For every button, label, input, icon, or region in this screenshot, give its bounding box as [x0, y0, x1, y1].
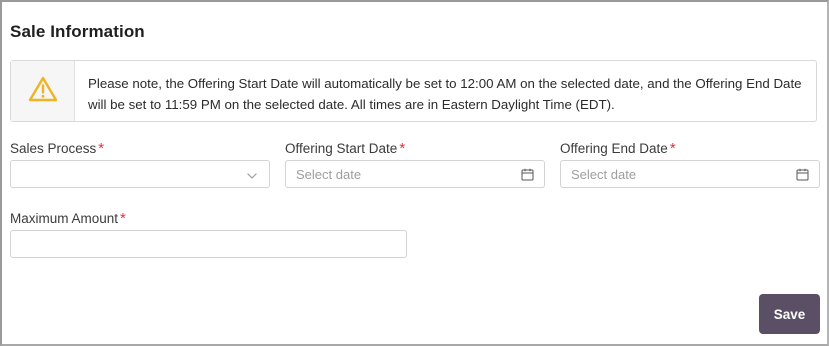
sales-process-label-text: Sales Process: [10, 141, 97, 156]
offering-end-date-label-text: Offering End Date: [560, 141, 668, 156]
sales-process-label: Sales Process *: [10, 140, 104, 157]
section-title: Sale Information: [10, 22, 145, 41]
warning-icon: [28, 76, 58, 107]
offering-start-date-picker[interactable]: Select date: [285, 160, 545, 188]
maximum-amount-label-text: Maximum Amount: [10, 211, 119, 226]
maximum-amount-input[interactable]: [10, 230, 407, 258]
offering-end-date-picker[interactable]: Select date: [560, 160, 820, 188]
required-mark: *: [98, 140, 105, 157]
offering-start-date-placeholder: Select date: [296, 167, 362, 182]
offering-start-date-label-text: Offering Start Date: [285, 141, 398, 156]
notice-text: Please note, the Offering Start Date wil…: [88, 76, 802, 112]
offering-end-date-label: Offering End Date *: [560, 140, 676, 157]
sales-process-select[interactable]: [10, 160, 270, 188]
chevron-down-icon: [246, 169, 259, 182]
save-button[interactable]: Save: [759, 294, 820, 334]
sale-information-panel: Sale Information Please note, the Offeri…: [0, 0, 829, 346]
info-notice: Please note, the Offering Start Date wil…: [10, 60, 817, 122]
maximum-amount-label: Maximum Amount *: [10, 210, 126, 227]
required-mark: *: [120, 210, 126, 227]
required-mark: *: [669, 140, 676, 157]
notice-icon-box: [11, 61, 75, 121]
required-mark: *: [399, 140, 406, 157]
calendar-icon[interactable]: [796, 168, 809, 181]
offering-end-date-placeholder: Select date: [571, 167, 637, 182]
calendar-icon[interactable]: [521, 168, 534, 181]
offering-start-date-label: Offering Start Date *: [285, 140, 405, 157]
